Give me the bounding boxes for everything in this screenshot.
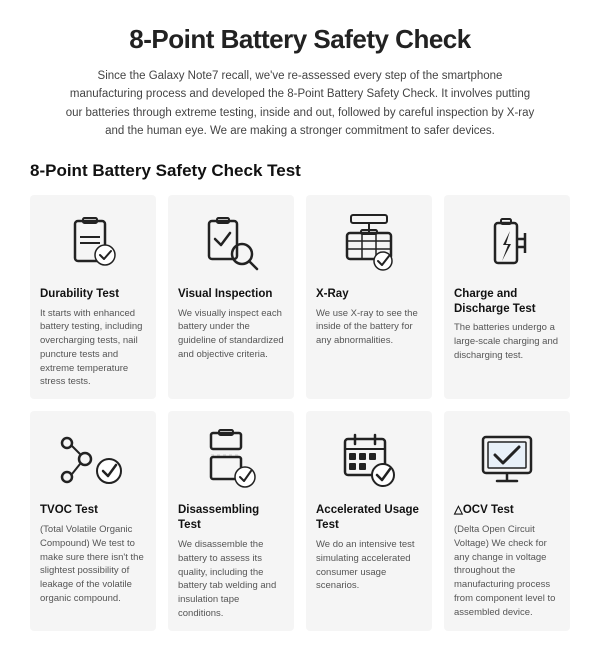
card-xray-title: X-Ray	[316, 287, 422, 302]
card-visual: Visual Inspection We visually inspect ea…	[168, 195, 294, 400]
page-title: 8-Point Battery Safety Check	[30, 24, 570, 55]
card-visual-desc: We visually inspect each battery under t…	[178, 307, 284, 362]
card-charge-desc: The batteries undergo a large-scale char…	[454, 321, 560, 362]
card-charge-title: Charge and Discharge Test	[454, 287, 560, 317]
card-disassemble-desc: We disassemble the battery to assess its…	[178, 538, 284, 621]
card-grid: Durability Test It starts with enhanced …	[30, 195, 570, 631]
card-xray-desc: We use X-ray to see the inside of the ba…	[316, 307, 422, 348]
card-disassemble-title: Disassembling Test	[178, 503, 284, 533]
card-tvoc-desc: (Total Volatile Organic Compound) We tes…	[40, 523, 146, 606]
card-disassemble: Disassembling Test We disassemble the ba…	[168, 411, 294, 630]
xray-icon-area	[316, 207, 422, 279]
card-accelerated-title: Accelerated Usage Test	[316, 503, 422, 533]
card-tvoc: TVOC Test (Total Volatile Organic Compou…	[30, 411, 156, 630]
card-durability: Durability Test It starts with enhanced …	[30, 195, 156, 400]
disassemble-icon-area	[178, 423, 284, 495]
durability-icon-area	[40, 207, 146, 279]
accelerated-icon-area	[316, 423, 422, 495]
charge-icon-area	[454, 207, 560, 279]
card-ocv: △OCV Test (Delta Open Circuit Voltage) W…	[444, 411, 570, 630]
section-title: 8-Point Battery Safety Check Test	[30, 161, 570, 181]
card-charge: Charge and Discharge Test The batteries …	[444, 195, 570, 400]
intro-text: Since the Galaxy Note7 recall, we've re-…	[60, 67, 540, 141]
card-durability-title: Durability Test	[40, 287, 146, 302]
tvoc-icon-area	[40, 423, 146, 495]
card-accelerated-desc: We do an intensive test simulating accel…	[316, 538, 422, 593]
card-tvoc-title: TVOC Test	[40, 503, 146, 518]
ocv-icon-area	[454, 423, 560, 495]
card-ocv-desc: (Delta Open Circuit Voltage) We check fo…	[454, 523, 560, 619]
card-xray: X-Ray We use X-ray to see the inside of …	[306, 195, 432, 400]
visual-icon-area	[178, 207, 284, 279]
card-durability-desc: It starts with enhanced battery testing,…	[40, 307, 146, 390]
card-visual-title: Visual Inspection	[178, 287, 284, 302]
card-accelerated: Accelerated Usage Test We do an intensiv…	[306, 411, 432, 630]
card-ocv-title: △OCV Test	[454, 503, 560, 518]
